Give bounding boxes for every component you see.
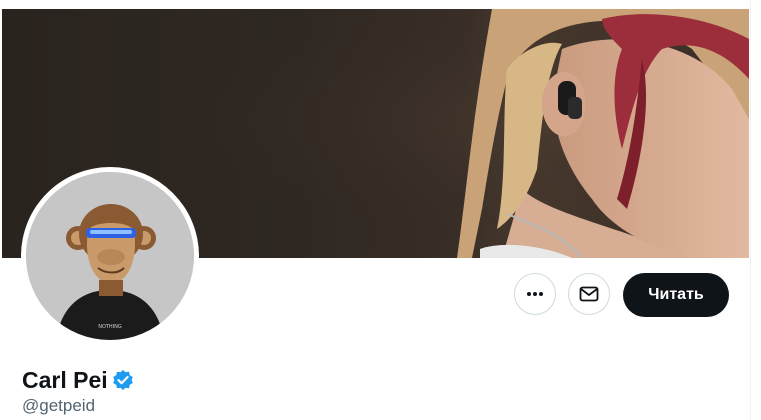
column-divider (750, 0, 751, 420)
profile-column: NOTHING Читать Carl Pei @getpeid (0, 0, 750, 420)
message-button[interactable] (568, 273, 610, 315)
more-options-button[interactable] (514, 273, 556, 315)
follow-button[interactable]: Читать (623, 273, 729, 317)
profile-handle: @getpeid (22, 396, 96, 415)
envelope-icon (579, 286, 599, 302)
more-horizontal-icon (527, 292, 543, 296)
profile-display-name: Carl Pei (22, 366, 134, 394)
svg-text:NOTHING: NOTHING (98, 324, 122, 330)
display-name-text: Carl Pei (22, 366, 108, 393)
avatar[interactable]: NOTHING (26, 172, 194, 340)
verified-badge-icon[interactable] (112, 369, 134, 391)
bored-ape-avatar-image: NOTHING (26, 172, 194, 340)
